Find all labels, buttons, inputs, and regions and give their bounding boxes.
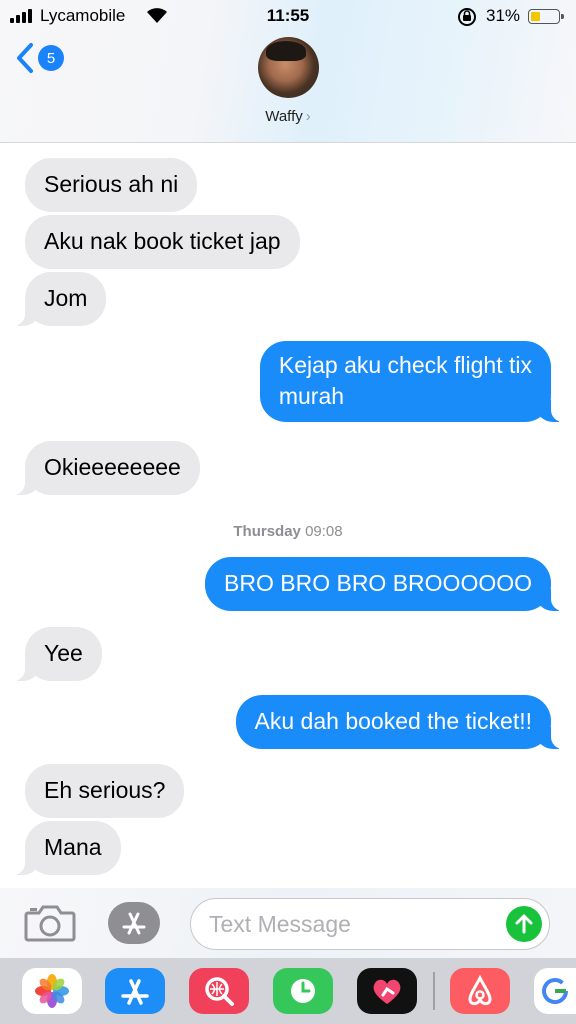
contact-name-button[interactable]: Waffy › [0, 108, 576, 125]
app-store-app-button[interactable] [105, 968, 165, 1014]
airbnb-app-button[interactable] [450, 968, 510, 1014]
incoming-message[interactable]: Aku nak book ticket jap [25, 215, 300, 269]
search-images-app-button[interactable] [189, 968, 249, 1014]
camera-icon[interactable] [24, 904, 76, 942]
incoming-message[interactable]: Mana [11, 821, 121, 875]
chevron-right-icon: › [305, 108, 311, 125]
message-thread[interactable]: Serious ah ni Aku nak book ticket jap Jo… [0, 143, 576, 888]
message-field[interactable] [190, 898, 550, 950]
chevron-left-icon [17, 43, 33, 73]
message-text: Okieeeeeeee [44, 454, 181, 480]
message-composer [0, 888, 576, 958]
message-text: Aku dah booked the ticket!! [254, 708, 532, 734]
status-bar: Lycamobile 11:55 31% [0, 6, 576, 28]
app-store-icon [122, 912, 146, 935]
back-button[interactable]: 5 [16, 42, 64, 74]
message-text: Aku nak book ticket jap [44, 228, 281, 254]
drawer-divider [433, 972, 435, 1010]
arrow-up-icon [515, 914, 533, 934]
contact-avatar[interactable] [258, 37, 319, 98]
timestamp-time: 09:08 [305, 523, 343, 540]
digital-touch-icon [373, 979, 401, 1004]
battery-percentage: 31% [486, 6, 521, 25]
text-message-input[interactable] [209, 909, 489, 939]
timestamp: Thursday 09:08 [0, 523, 576, 540]
search-images-icon [205, 977, 234, 1006]
google-icon [542, 978, 569, 1005]
send-button[interactable] [506, 906, 542, 942]
incoming-message[interactable]: Serious ah ni [25, 158, 198, 212]
outgoing-message[interactable]: Aku dah booked the ticket!! [235, 695, 566, 749]
incoming-message[interactable]: Okieeeeeeee [11, 441, 200, 495]
imessage-app-drawer [0, 958, 576, 1024]
activity-app-button[interactable] [273, 968, 333, 1014]
message-text: Mana [44, 834, 102, 860]
outgoing-message[interactable]: BRO BRO BRO BROOOOOO [205, 557, 565, 611]
message-text: Eh serious? [44, 777, 166, 803]
outgoing-message[interactable]: Kejap aku check flight tix murah [259, 341, 566, 422]
message-text: BRO BRO BRO BROOOOOO [224, 570, 532, 596]
airbnb-icon [468, 974, 492, 1006]
digital-touch-app-button[interactable] [357, 968, 417, 1014]
incoming-message[interactable]: Jom [10, 272, 107, 326]
photos-app-button[interactable] [22, 968, 82, 1014]
incoming-message[interactable]: Eh serious? [25, 764, 185, 818]
message-text: Yee [44, 640, 83, 666]
message-text: Jom [44, 285, 88, 311]
app-store-icon [121, 979, 149, 1005]
activity-icon [291, 979, 315, 1003]
app-store-button[interactable] [108, 902, 160, 944]
contact-name: Waffy [265, 108, 303, 125]
message-text: Kejap aku check flight tix [278, 352, 532, 378]
google-app-button[interactable] [534, 968, 576, 1014]
message-text: Serious ah ni [44, 171, 179, 197]
conversation-header: Lycamobile 11:55 31% 5 Waffy › [0, 0, 576, 143]
message-text: murah [278, 383, 345, 409]
incoming-message[interactable]: Yee [11, 627, 102, 681]
battery-icon [528, 9, 564, 24]
photos-icon [35, 974, 69, 1008]
timestamp-day: Thursday [233, 523, 301, 540]
rotation-lock-icon [458, 8, 476, 26]
unread-count-badge: 5 [38, 45, 64, 71]
